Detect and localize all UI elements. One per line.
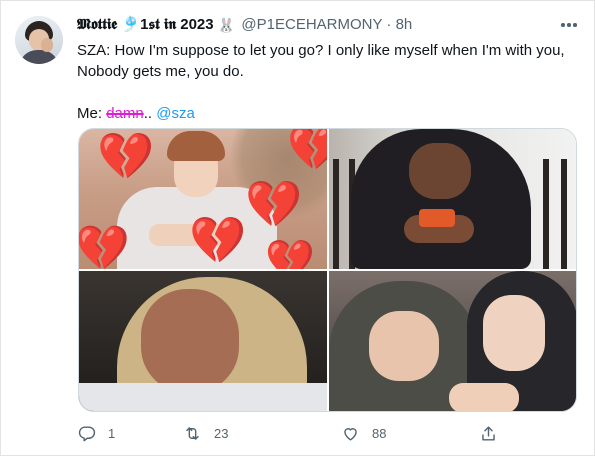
retweet-button[interactable]: 23 <box>183 421 228 445</box>
media-image-2[interactable] <box>329 129 576 269</box>
more-icon[interactable] <box>558 14 580 36</box>
reply-icon <box>78 425 96 441</box>
broken-heart-icon: 💔 <box>97 129 155 183</box>
broken-heart-icon: 💔 <box>189 213 247 267</box>
reply-count: 1 <box>108 425 116 441</box>
retweet-icon <box>186 426 199 440</box>
tweet-line-2: Nobody gets me, you do. <box>77 63 244 80</box>
media-image-4[interactable] <box>329 271 576 411</box>
media-grid: 💔 💔 💔 💔 💔 💔 <box>78 128 577 412</box>
strikethrough-text: damn <box>106 105 144 122</box>
display-name[interactable]: 𝕸𝖔𝖙𝖙𝖎𝖊 🎐1𝖘𝖙 𝖎𝖓 2023 <box>77 16 214 33</box>
rabbit-icon: 🐰 <box>217 17 236 33</box>
tweet-header: 𝕸𝖔𝖙𝖙𝖎𝖊 🎐1𝖘𝖙 𝖎𝖓 2023 🐰 @P1ECEHARMONY · 8h <box>77 15 412 35</box>
share-icon <box>482 425 495 441</box>
like-icon <box>344 427 357 441</box>
tweet-actions: 1 23 88 <box>77 421 497 445</box>
broken-heart-icon: 💔 <box>245 177 303 231</box>
tweet-line-1: SZA: How I'm suppose to let you go? I on… <box>77 42 565 59</box>
me-prefix: Me: <box>77 105 107 122</box>
like-count: 88 <box>372 425 387 441</box>
timestamp[interactable]: 8h <box>396 16 413 33</box>
reply-button[interactable]: 1 <box>77 421 115 445</box>
separator: · <box>386 16 392 33</box>
broken-heart-icon: 💔 <box>265 238 315 269</box>
media-image-1[interactable]: 💔 💔 💔 💔 💔 💔 <box>79 129 327 269</box>
tweet-card[interactable]: 𝕸𝖔𝖙𝖙𝖎𝖊 🎐1𝖘𝖙 𝖎𝖓 2023 🐰 @P1ECEHARMONY · 8h… <box>0 0 595 456</box>
after-strike: .. <box>143 105 157 122</box>
tweet-text: SZA: How I'm suppose to let you go? I on… <box>77 40 582 124</box>
share-button[interactable] <box>479 421 498 445</box>
user-handle[interactable]: @P1ECEHARMONY <box>241 16 382 33</box>
avatar[interactable] <box>15 16 63 64</box>
broken-heart-icon: 💔 <box>79 223 130 270</box>
retweet-count: 23 <box>214 425 229 441</box>
tweet-line-me: Me: damn.. @sza <box>77 103 582 124</box>
media-image-3[interactable] <box>79 271 327 411</box>
like-button[interactable]: 88 <box>341 421 386 445</box>
broken-heart-icon: 💔 <box>287 129 327 171</box>
mention-link[interactable]: @sza <box>156 105 195 122</box>
